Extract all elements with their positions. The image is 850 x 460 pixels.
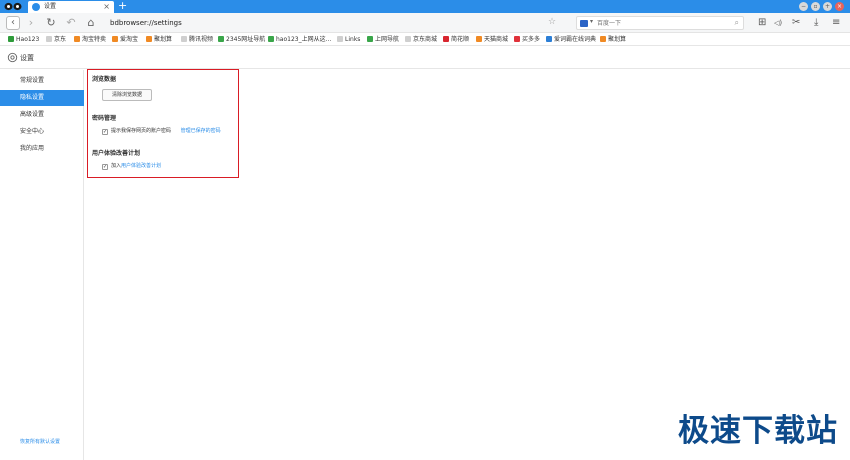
folder-icon [337,36,343,42]
sidebar-item-advanced[interactable]: 高级设置 [0,107,84,123]
close-window-button[interactable]: × [835,2,844,11]
reload-button[interactable]: ↻ [44,16,58,30]
undo-close-button[interactable]: ↶ [64,16,78,30]
settings-header: 设置 [0,47,850,69]
sound-icon[interactable]: ◁) [774,17,782,29]
minimize-button[interactable]: − [799,2,808,11]
search-icon[interactable]: ⌕ [735,18,739,28]
bookmark-item[interactable]: 上网导航 [367,35,399,44]
nav-icon [367,36,373,42]
bookmark-item[interactable]: Links [337,35,360,44]
bookmarks-bar: Hao123 京东 淘宝特卖 爱淘宝 聚划算 腾讯视频 2345网址导航 hao… [0,33,850,46]
bookmark-item[interactable]: 爱淘宝 [112,35,138,44]
menu-icon[interactable]: ≡ [832,17,840,29]
bookmark-item[interactable]: 2345网址导航 [218,35,265,44]
browser-logo-icon [4,2,22,11]
settings-tab-icon [32,3,40,11]
tmall-icon [476,36,482,42]
bookmark-item[interactable]: 天猫商城 [476,35,508,44]
sidebar-item-general[interactable]: 常规设置 [0,73,84,89]
ux-plan-prefix: 加入 [111,163,122,169]
screenshot-cut-icon[interactable]: ✂ [792,17,800,29]
chevron-down-icon[interactable]: ▾ [590,18,593,25]
back-button[interactable]: ‹ [6,16,20,30]
bookmark-icon [8,36,14,42]
watermark-logo: 极速下载站 [678,413,838,449]
new-tab-button[interactable]: + [118,0,127,12]
bookmark-item[interactable]: 聚划算 [146,35,172,44]
maximize-button[interactable]: + [823,2,832,11]
save-password-checkbox[interactable]: ✓ [102,129,108,135]
navigation-bar: ‹ › ↻ ↶ ⌂ bdbrowser://settings ☆ ▾ ⌕ ⊞ ◁… [0,13,850,33]
password-title: 密码管理 [92,115,117,122]
tab-title: 设置 [44,3,57,10]
flush-icon [443,36,449,42]
bookmark-item[interactable]: 买多多 [514,35,540,44]
save-password-option: ✓ 提示我保存网页的账户密码 管理已保存的密码 [102,127,221,136]
taobao-icon [112,36,118,42]
shop-icon [514,36,520,42]
bookmark-item[interactable]: 聚划算 [600,35,626,44]
bookmark-item[interactable]: 淘宝特卖 [74,35,106,44]
sidebar-item-security[interactable]: 安全中心 [0,124,84,140]
tab-close-icon[interactable]: × [103,1,110,12]
sidebar-item-my-apps[interactable]: 我的应用 [0,141,84,157]
ux-plan-link[interactable]: 用户体验改善计划 [121,163,161,169]
bookmark-item[interactable]: Hao123 [8,35,39,44]
page-title: 设置 [20,54,34,62]
forward-button[interactable]: › [24,16,38,30]
search-box[interactable]: ▾ ⌕ [576,16,744,30]
taobao-icon [74,36,80,42]
address-bar[interactable]: bdbrowser://settings [110,18,182,28]
apps-icon[interactable]: ⊞ [758,17,766,29]
page-icon [46,36,52,42]
save-password-label: 提示我保存网页的账户密码 [111,128,172,134]
bookmark-star-icon[interactable]: ☆ [548,17,556,27]
gear-icon [7,52,18,63]
restore-defaults-link[interactable]: 恢复所有默认设置 [20,438,60,446]
nav-2345-icon [218,36,224,42]
taobao-icon [600,36,606,42]
ux-plan-checkbox[interactable]: ✓ [102,164,108,170]
settings-sidebar: 常规设置 隐私设置 高级设置 安全中心 我的应用 [0,70,84,460]
bookmark-item[interactable]: 京东商城 [405,35,437,44]
clear-browsing-data-button[interactable]: 清除浏览数据 [102,89,152,101]
dictionary-icon [546,36,552,42]
search-input[interactable] [597,18,727,29]
search-engine-icon[interactable] [580,20,588,27]
browsing-data-title: 浏览数据 [92,76,117,83]
tab-settings[interactable]: 设置 × [28,1,114,13]
bookmark-item[interactable]: 京东 [46,35,66,44]
ux-plan-option: ✓ 加入用户体验改善计划 [102,162,161,171]
manage-passwords-link[interactable]: 管理已保存的密码 [181,128,221,134]
title-bar: 设置 × + − ▫ + × [0,0,850,13]
restore-button[interactable]: ▫ [811,2,820,11]
download-icon[interactable]: ⤓ [814,17,818,29]
home-button[interactable]: ⌂ [84,16,98,30]
bookmark-item[interactable]: 简花顺 [443,35,469,44]
bookmark-item[interactable]: 腾讯视频 [181,35,213,44]
sidebar-item-privacy[interactable]: 隐私设置 [0,90,84,106]
hao123-icon [268,36,274,42]
bookmark-item[interactable]: hao123_上网从这... [268,35,331,44]
ux-plan-title: 用户体验改善计划 [92,150,141,157]
page-icon [181,36,187,42]
page-icon [405,36,411,42]
bookmark-item[interactable]: 爱词霸在线词典 [546,35,596,44]
taobao-icon [146,36,152,42]
